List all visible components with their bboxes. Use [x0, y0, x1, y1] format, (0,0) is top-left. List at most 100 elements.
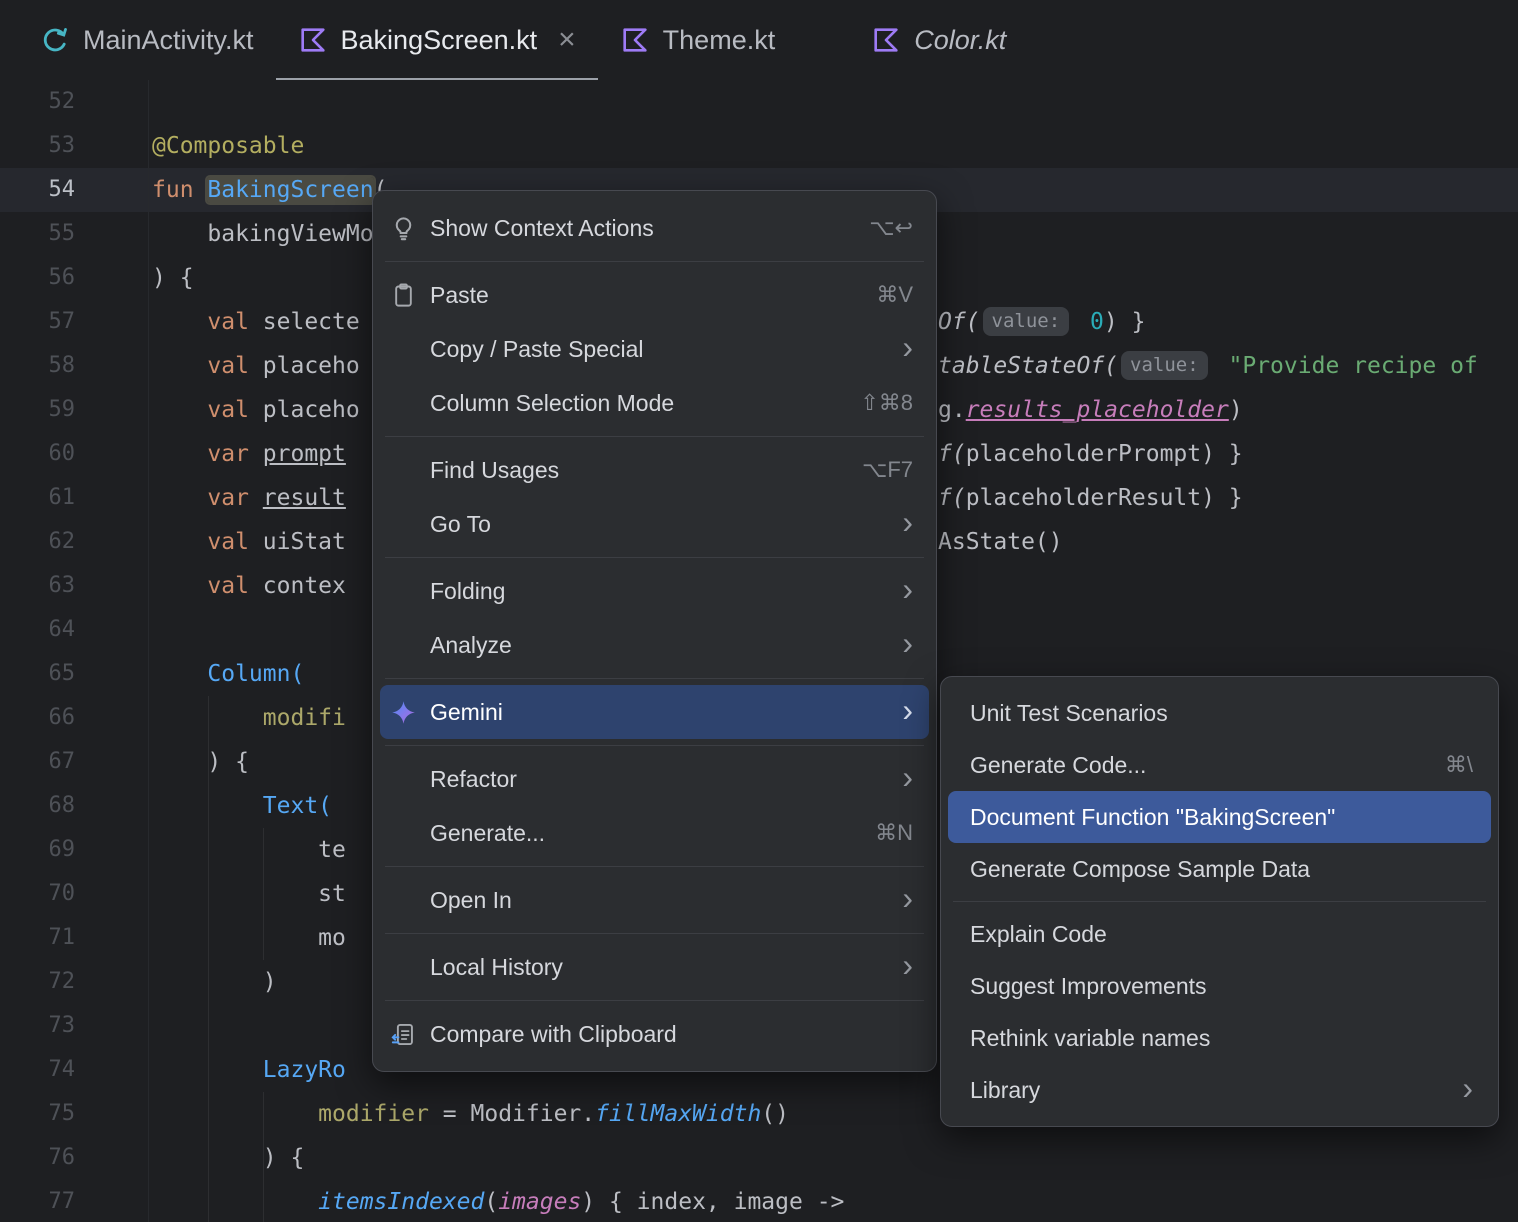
gutter-line-number[interactable]: 69 [0, 828, 76, 872]
code-token: @Composable [152, 133, 305, 159]
menu-item-rethink-variable-names[interactable]: Rethink variable names [948, 1012, 1491, 1064]
gutter-line-number[interactable]: 67 [0, 740, 76, 784]
menu-item-gemini[interactable]: Gemini › [380, 685, 929, 739]
code-line-71[interactable]: mo [152, 916, 346, 960]
shortcut-label: ⌘N [875, 820, 913, 845]
menu-item-document-function-bakingscreen[interactable]: Document Function "BakingScreen" [948, 791, 1491, 843]
code-token: ( [484, 1189, 499, 1215]
code-line-60[interactable]: var prompt [152, 432, 346, 476]
code-token: ) [1228, 397, 1243, 423]
menu-item-find-usages[interactable]: Find Usages ⌥F7 [380, 443, 929, 497]
gutter-line-number[interactable]: 76 [0, 1136, 76, 1180]
gutter-line-number[interactable]: 65 [0, 652, 76, 696]
code-line-60-right[interactable]: f(placeholderPrompt) } [938, 432, 1243, 476]
code-token: st [152, 881, 346, 907]
code-line-57[interactable]: val selecte [152, 300, 359, 344]
gutter-line-number[interactable]: 62 [0, 520, 76, 564]
code-line-54[interactable]: fun BakingScreen( [152, 168, 387, 212]
gutter-line-number[interactable]: 73 [0, 1004, 76, 1048]
code-line-77[interactable]: itemsIndexed(images) { index, image -> [152, 1180, 844, 1222]
code-line-76[interactable]: ) { [152, 1136, 305, 1180]
code-line-74[interactable]: LazyRo [152, 1048, 346, 1092]
code-line-62[interactable]: val uiStat [152, 520, 345, 564]
menu-item-show-context-actions[interactable]: Show Context Actions ⌥↩ [380, 201, 929, 255]
code-line-65[interactable]: Column( [152, 652, 304, 696]
code-token: ) { [152, 1145, 305, 1171]
gutter-line-number[interactable]: 56 [0, 256, 76, 300]
gutter-line-number[interactable]: 74 [0, 1048, 76, 1092]
tab-label: Theme.kt [662, 24, 776, 55]
menu-item-copy-paste-special[interactable]: Copy / Paste Special › [380, 322, 929, 376]
gutter-line-number[interactable]: 61 [0, 476, 76, 520]
gutter-line-number[interactable]: 57 [0, 300, 76, 344]
code-line-68[interactable]: Text( [152, 784, 332, 828]
menu-item-folding[interactable]: Folding › [380, 564, 929, 618]
code-line-72[interactable]: ) [152, 960, 277, 1004]
menu-item-explain-code[interactable]: Explain Code [948, 908, 1491, 960]
kotlin-file-icon [298, 25, 328, 55]
tab-bakingscreen-kt[interactable]: BakingScreen.kt × [275, 0, 598, 81]
menu-item-generate-code[interactable]: Generate Code... ⌘\ [948, 739, 1491, 791]
gutter-line-number[interactable]: 75 [0, 1092, 76, 1136]
menu-item-generate[interactable]: Generate... ⌘N [380, 806, 929, 860]
inlay-hint-badge: value: [982, 307, 1070, 336]
gutter-line-number[interactable]: 71 [0, 916, 76, 960]
menu-item-paste[interactable]: Paste ⌘V [380, 268, 929, 322]
gutter-line-number[interactable]: 60 [0, 432, 76, 476]
tab-mainactivity-kt[interactable]: MainActivity.kt [18, 0, 276, 80]
close-icon[interactable]: × [558, 25, 576, 55]
code-line-75[interactable]: modifier = Modifier.fillMaxWidth() [152, 1092, 789, 1136]
shortcut-label: ⇧⌘8 [860, 390, 913, 415]
menu-item-generate-compose-sample-data[interactable]: Generate Compose Sample Data [948, 843, 1491, 895]
code-line-63[interactable]: val contex [152, 564, 345, 608]
code-line-62-right[interactable]: AsState() [938, 520, 1063, 564]
menu-item-compare-with-clipboard[interactable]: Compare with Clipboard [380, 1007, 929, 1061]
code-token: bakingViewMode [152, 221, 402, 247]
code-line-66[interactable]: modifi [152, 696, 346, 740]
tab-color-kt[interactable]: Color.kt [849, 0, 1028, 80]
gutter-line-number[interactable]: 54 [0, 168, 76, 212]
gutter-line-number[interactable]: 58 [0, 344, 76, 388]
menu-item-local-history[interactable]: Local History › [380, 940, 929, 994]
gutter-line-number[interactable]: 64 [0, 608, 76, 652]
code-token: fun [152, 177, 208, 203]
code-line-55[interactable]: bakingViewMode [152, 212, 401, 256]
menu-item-unit-test-scenarios[interactable]: Unit Test Scenarios [948, 687, 1491, 739]
menu-item-go-to[interactable]: Go To › [380, 497, 929, 551]
code-line-59[interactable]: val placeho [152, 388, 359, 432]
menu-item-analyze[interactable]: Analyze › [380, 618, 929, 672]
chevron-right-icon: › [902, 504, 913, 540]
code-line-61-right[interactable]: f(placeholderResult) } [938, 476, 1243, 520]
code-line-53[interactable]: @Composable [152, 124, 304, 168]
code-line-56[interactable]: ) { [152, 256, 194, 300]
code-line-69[interactable]: te [152, 828, 346, 872]
menu-item-refactor[interactable]: Refactor › [380, 752, 929, 806]
gutter-line-number[interactable]: 70 [0, 872, 76, 916]
gutter-line-number[interactable]: 66 [0, 696, 76, 740]
gutter-line-number[interactable]: 53 [0, 124, 76, 168]
gutter-line-number[interactable]: 68 [0, 784, 76, 828]
chevron-right-icon: › [902, 329, 913, 365]
code-line-58-right[interactable]: tableStateOf(value: "Provide recipe of [938, 344, 1478, 388]
gutter-line-number[interactable]: 55 [0, 212, 76, 256]
code-line-61[interactable]: var result [152, 476, 346, 520]
gutter-line-number[interactable]: 72 [0, 960, 76, 1004]
gutter-line-number[interactable]: 59 [0, 388, 76, 432]
gutter-line-number[interactable]: 52 [0, 80, 76, 124]
code-line-57-right[interactable]: Of(value: 0) } [938, 300, 1145, 344]
code-line-58[interactable]: val placeho [152, 344, 359, 388]
menu-item-library[interactable]: Library › [948, 1064, 1491, 1116]
menu-item-suggest-improvements[interactable]: Suggest Improvements [948, 960, 1491, 1012]
code-line-59-right[interactable]: g.results_placeholder) [938, 388, 1243, 432]
menu-item-label: Generate Code... [970, 751, 1147, 778]
gutter-line-number[interactable]: 63 [0, 564, 76, 608]
gutter-line-number[interactable]: 77 [0, 1180, 76, 1222]
code-line-67[interactable]: ) { [152, 740, 249, 784]
tab-theme-kt[interactable]: Theme.kt [598, 0, 798, 80]
menu-item-column-selection-mode[interactable]: Column Selection Mode ⇧⌘8 [380, 376, 929, 430]
code-line-70[interactable]: st [152, 872, 346, 916]
menu-item-open-in[interactable]: Open In › [380, 873, 929, 927]
